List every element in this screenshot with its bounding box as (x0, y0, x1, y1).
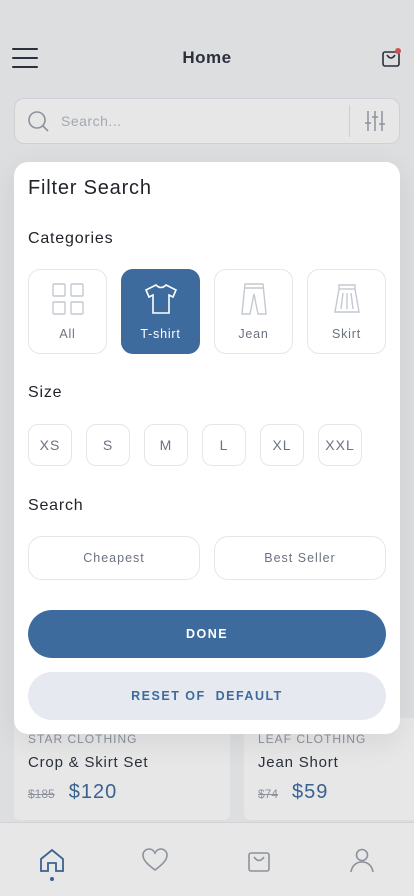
category-all[interactable]: All (28, 269, 107, 354)
size-title: Size (28, 384, 63, 401)
sort-best-seller[interactable]: Best Seller (214, 536, 386, 580)
category-label: T-shirt (140, 327, 181, 341)
size-xl[interactable]: XL (260, 424, 304, 466)
size-xs[interactable]: XS (28, 424, 72, 466)
category-skirt[interactable]: Skirt (307, 269, 386, 354)
jeans-icon (240, 283, 267, 315)
filter-modal: Filter Search Categories All T-shirt Jea… (14, 162, 400, 734)
grid-icon (51, 283, 84, 315)
categories-title: Categories (28, 230, 114, 247)
modal-title: Filter Search (28, 177, 152, 199)
search-title: Search (28, 497, 84, 514)
size-l[interactable]: L (202, 424, 246, 466)
category-label: Jean (238, 327, 269, 341)
size-xxl[interactable]: XXL (318, 424, 362, 466)
sort-cheapest[interactable]: Cheapest (28, 536, 200, 580)
category-tshirt[interactable]: T-shirt (121, 269, 200, 354)
category-label: All (59, 327, 76, 341)
done-button[interactable]: DONE (28, 610, 386, 658)
category-jean[interactable]: Jean (214, 269, 293, 354)
skirt-icon (333, 284, 360, 313)
size-m[interactable]: M (144, 424, 188, 466)
category-label: Skirt (332, 327, 361, 341)
reset-default-button[interactable]: RESET OF DEFAULT (28, 672, 386, 720)
tshirt-icon (144, 284, 177, 314)
size-s[interactable]: S (86, 424, 130, 466)
